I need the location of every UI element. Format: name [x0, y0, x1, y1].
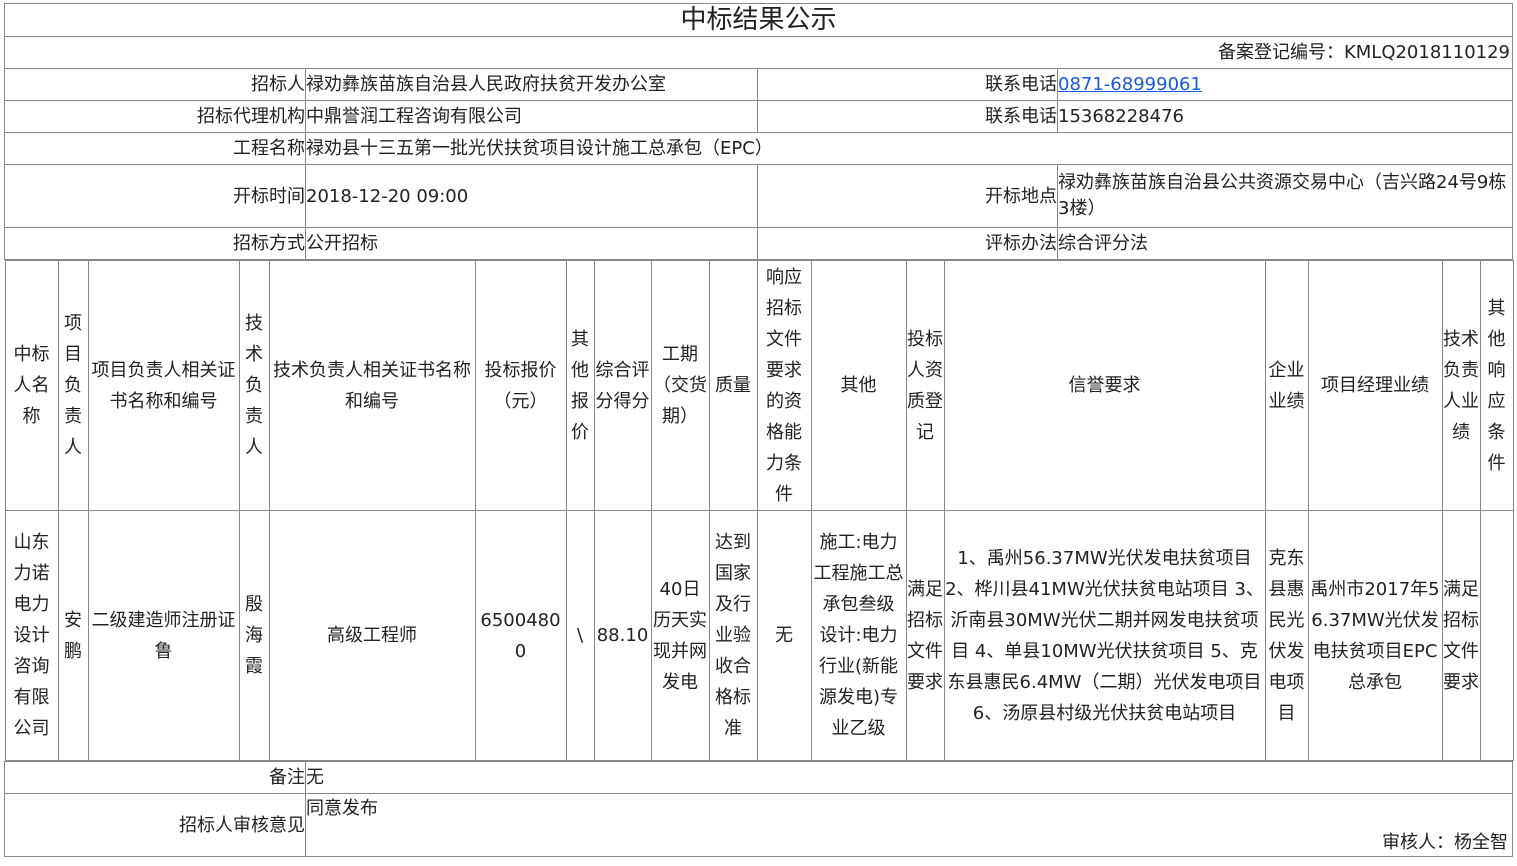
- method-value: 公开招标: [305, 227, 758, 260]
- header-cell: 其他报价: [565, 260, 595, 511]
- header-cell: 综合评分得分: [593, 260, 652, 511]
- other: 施工:电力工程施工总承包叁级 设计:电力行业(新能源发电)专业乙级: [810, 510, 907, 761]
- header-cell: 项目负责人相关证书名称和编号: [87, 260, 240, 511]
- project-label: 工程名称: [4, 132, 306, 165]
- eval-value: 综合评分法: [1056, 227, 1514, 260]
- other-price: \: [565, 510, 595, 761]
- bid-result-document: 中标结果公示 备案登记编号：KMLQ2018110129 招标人 禄劝彝族苗族自…: [3, 3, 1514, 857]
- opinion-label: 招标人审核意见: [4, 793, 306, 857]
- open-time-value: 2018-12-20 09:00: [305, 164, 758, 228]
- bid-price: 65004800: [474, 510, 567, 761]
- tech-certificate: 高级工程师: [268, 510, 476, 761]
- remarks-label: 备注: [4, 761, 306, 794]
- agency-label: 招标代理机构: [4, 100, 306, 133]
- header-cell: 技术负责人: [238, 260, 270, 511]
- bid-data-row: 山东力诺电力设计咨询有限公司 安鹏 二级建造师注册证鲁 殷海霞 高级工程师 65…: [4, 510, 1514, 761]
- header-cell: 响应招标文件要求的资格能力条件: [756, 260, 812, 511]
- qualification-condition: 无: [756, 510, 812, 761]
- opinion-value: 同意发布: [306, 798, 378, 819]
- open-place-value: 禄劝彝族苗族自治县公共资源交易中心（吉兴路24号9栋3楼）: [1056, 164, 1514, 228]
- company-performance: 克东县惠民光伏发电项目: [1264, 510, 1309, 761]
- phone2-label: 联系电话: [757, 100, 1058, 133]
- remarks-value: 无: [304, 761, 1514, 794]
- header-cell: 质量: [708, 260, 758, 511]
- opinion-cell: 同意发布 审核人：杨全智: [304, 793, 1514, 857]
- header-cell: 投标人资质登记: [905, 260, 945, 511]
- header-cell: 项目经理业绩: [1307, 260, 1443, 511]
- open-time-label: 开标时间: [4, 164, 306, 228]
- score: 88.10: [593, 510, 652, 761]
- agency-value: 中鼎誉润工程咨询有限公司: [305, 100, 758, 133]
- header-cell: 其他响应条件: [1479, 260, 1514, 511]
- page-title: 中标结果公示: [3, 3, 1514, 37]
- phone1-link[interactable]: 0871-68999061: [1058, 74, 1202, 95]
- quality: 达到国家及行业验收合格标准: [708, 510, 758, 761]
- bid-detail-table: 中标人名称 项目负责人 项目负责人相关证书名称和编号 技术负责人 技术负责人相关…: [4, 260, 1514, 761]
- tech-leader: 殷海霞: [238, 510, 270, 761]
- winner-name: 山东力诺电力设计咨询有限公司: [4, 510, 59, 761]
- header-cell: 工期（交货期）: [650, 260, 710, 511]
- open-place-label: 开标地点: [757, 164, 1058, 228]
- bidder-qualification: 满足招标文件要求: [905, 510, 945, 761]
- eval-label: 评标办法: [757, 227, 1058, 260]
- header-cell: 企业业绩: [1264, 260, 1309, 511]
- header-cell: 信誉要求: [943, 260, 1266, 511]
- method-label: 招标方式: [4, 227, 306, 260]
- header-cell: 技术负责人相关证书名称和编号: [268, 260, 476, 511]
- reputation: 1、禹州56.37MW光伏发电扶贫项目 2、桦川县41MW光伏扶贫电站项目 3、…: [943, 510, 1266, 761]
- reviewer: 审核人：杨全智: [1382, 832, 1509, 853]
- tenderer-value: 禄劝彝族苗族自治县人民政府扶贫开发办公室: [305, 68, 758, 101]
- header-cell: 中标人名称: [4, 260, 59, 511]
- other-response: [1479, 510, 1514, 761]
- phone2-value: 15368228476: [1056, 100, 1514, 133]
- registration-number: 备案登记编号：KMLQ2018110129: [3, 36, 1514, 69]
- header-cell: 其他: [810, 260, 907, 511]
- tech-performance: 满足招标文件要求: [1441, 510, 1481, 761]
- duration: 40日历天实现并网发电: [650, 510, 710, 761]
- header-cell: 技术负责人业绩: [1441, 260, 1481, 511]
- leader-certificate: 二级建造师注册证鲁: [87, 510, 240, 761]
- manager-performance: 禹州市2017年56.37MW光伏发电扶贫项目EPC总承包: [1307, 510, 1443, 761]
- phone1-label: 联系电话: [757, 68, 1058, 101]
- header-cell: 投标报价（元）: [474, 260, 567, 511]
- info-table: 中标结果公示 备案登记编号：KMLQ2018110129 招标人 禄劝彝族苗族自…: [3, 3, 1514, 857]
- project-leader: 安鹏: [57, 510, 89, 761]
- bid-header-row: 中标人名称 项目负责人 项目负责人相关证书名称和编号 技术负责人 技术负责人相关…: [4, 260, 1514, 511]
- tenderer-label: 招标人: [4, 68, 306, 101]
- project-value: 禄劝县十三五第一批光伏扶贫项目设计施工总承包（EPC）: [304, 132, 1514, 165]
- header-cell: 项目负责人: [57, 260, 89, 511]
